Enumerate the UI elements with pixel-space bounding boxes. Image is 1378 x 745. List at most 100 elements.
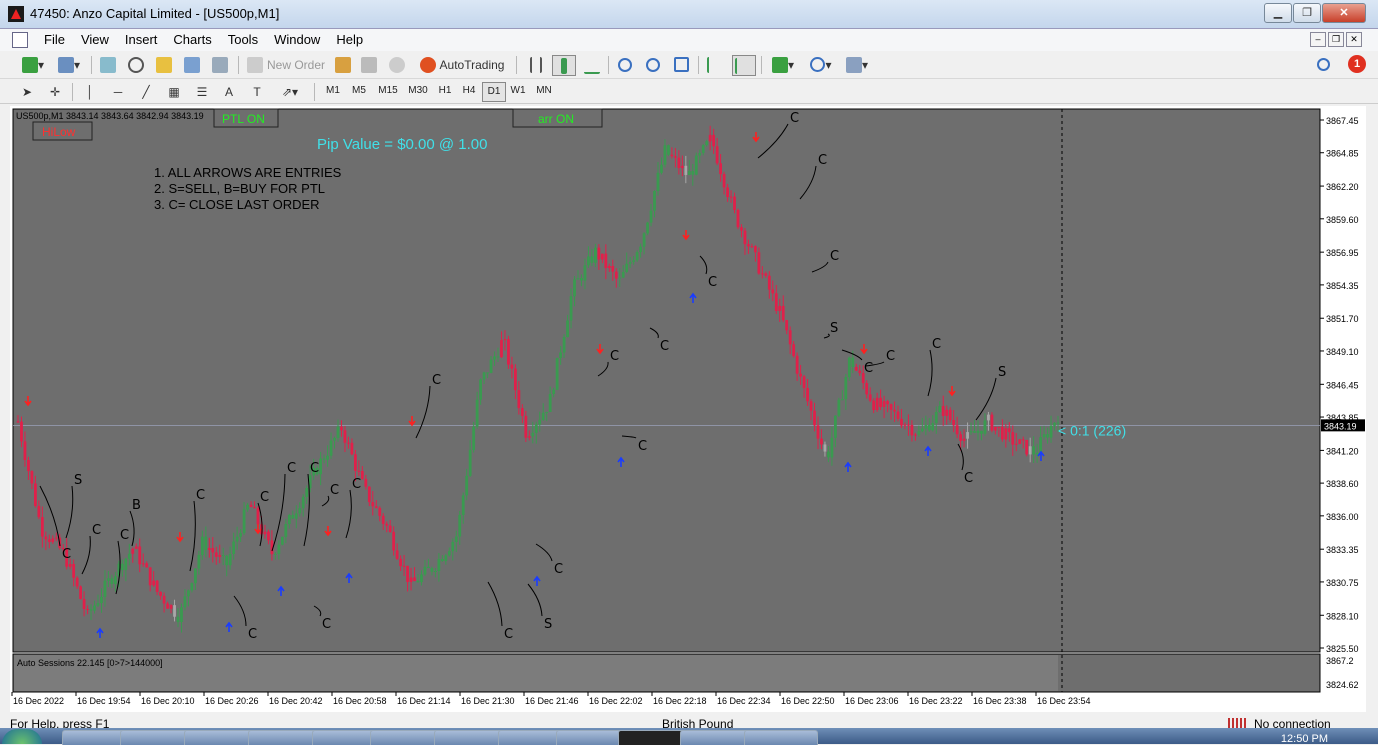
candle-body [823,444,827,452]
text-button[interactable]: A [220,82,238,101]
start-button[interactable] [2,729,42,744]
indicators-button[interactable]: ▾ [768,55,798,74]
annotation-letter: C [310,461,319,476]
menu-tools[interactable]: Tools [220,32,266,47]
candlestick-button[interactable] [552,55,576,76]
navigator-button[interactable] [154,55,174,74]
ptl-on-label[interactable]: PTL ON [222,112,265,126]
zoom-in-button[interactable] [615,55,635,74]
menu-file[interactable]: File [36,32,73,47]
candle-body [100,596,103,604]
timeframe-m30[interactable]: M30 [404,82,432,100]
autoscroll-button[interactable] [706,55,726,74]
alerts-button[interactable] [388,55,406,74]
templates-button[interactable]: ▾ [842,55,872,74]
candle-body [1042,434,1046,438]
menu-help[interactable]: Help [328,32,371,47]
instruction-note: 3. C= CLOSE LAST ORDER [154,197,320,212]
tile-windows-button[interactable] [671,55,691,74]
text-label-button[interactable]: T [248,82,266,101]
session-shading [14,655,1058,691]
bar-chart-button[interactable] [526,55,546,74]
menu-charts[interactable]: Charts [165,32,219,47]
data-window-button[interactable] [126,55,146,74]
periods-button[interactable]: ▾ [806,55,836,74]
chart-window[interactable]: 3867.45 3864.85 3862.20 3859.60 3856.95 3854.… [10,106,1366,712]
fibonacci-button[interactable]: ☰ [192,82,212,101]
candle-body [833,415,837,438]
taskbar-app-6[interactable] [370,730,444,745]
candle-body [757,252,761,274]
taskbar-app-3[interactable] [184,730,258,745]
autotrading-button[interactable]: AutoTrading [416,55,508,74]
signals-button[interactable] [360,55,378,74]
candle-body [162,595,166,604]
candle-body [479,379,483,400]
candle-body [541,412,545,420]
cursor-button[interactable]: ➤ [18,82,36,101]
vertical-line-button[interactable]: │ [82,82,98,101]
candle-body [326,455,329,460]
mdi-restore-button[interactable]: ❐ [1328,32,1344,47]
minimize-button[interactable]: ▁ [1264,3,1292,23]
menu-view[interactable]: View [73,32,117,47]
crosshair-icon [128,56,144,73]
close-button[interactable]: ✕ [1322,3,1366,23]
timeframe-m5[interactable]: M5 [346,82,372,100]
time-axis-label: 16 Dec 19:54 [77,696,131,706]
new-chart-button[interactable]: ▾ [18,55,48,74]
zoom-out-button[interactable] [643,55,663,74]
menu-insert[interactable]: Insert [117,32,166,47]
market-watch-button[interactable] [98,55,118,74]
time-axis-label: 16 Dec 20:10 [141,696,195,706]
candle-body [719,163,723,175]
arrows-button[interactable]: ⇗▾ [276,82,304,101]
timeframe-m1[interactable]: M1 [322,82,344,100]
search-button[interactable] [1314,55,1332,74]
mdi-minimize-button[interactable]: – [1310,32,1326,47]
taskbar-app-11[interactable] [680,730,754,745]
timeframe-mn[interactable]: MN [532,82,556,100]
taskbar-app-2[interactable] [120,730,194,745]
taskbar-app-12[interactable] [744,730,818,745]
timeframe-d1[interactable]: D1 [482,82,506,102]
timeframe-m15[interactable]: M15 [374,82,402,100]
maximize-button[interactable]: ❐ [1293,3,1321,23]
trendline-button[interactable]: ╱ [136,82,156,101]
candle-body [1000,426,1004,440]
annotation-letter: C [660,339,669,354]
terminal-button[interactable] [182,55,202,74]
notification-badge[interactable]: 1 [1348,55,1366,73]
candle-body [127,553,131,559]
taskbar-app-4[interactable] [248,730,322,745]
candle-body [653,191,656,211]
timeframe-w1[interactable]: W1 [506,82,530,100]
tester-button[interactable] [210,55,230,74]
chart-shift-button[interactable] [732,55,756,76]
taskbar-app-7[interactable] [434,730,508,745]
crosshair-button[interactable]: ✛ [46,82,64,101]
timeframe-h4[interactable]: H4 [458,82,480,100]
candle-body [764,273,768,276]
profiles-button[interactable]: ▾ [54,55,84,74]
annotation-letter: C [886,349,895,364]
line-chart-button[interactable] [582,55,602,74]
arr-on-label[interactable]: arr ON [538,112,574,126]
horizontal-line-button[interactable]: ─ [108,82,128,101]
timeframe-h1[interactable]: H1 [434,82,456,100]
candle-body [875,397,879,411]
menu-window[interactable]: Window [266,32,328,47]
metaeditor-button[interactable] [334,55,352,74]
candle-body [767,275,771,290]
candle-body [420,574,423,583]
hilow-button-label[interactable]: HiLow [42,125,76,139]
equidistant-channel-button[interactable]: ▦ [164,82,184,101]
annotation-letter: C [248,627,257,642]
candle-body [333,437,336,441]
new-order-button[interactable]: New Order [246,55,326,74]
mdi-close-button[interactable]: ✕ [1346,32,1362,47]
candle-body [618,277,622,279]
candle-body [207,548,211,550]
candle-body [604,253,608,269]
price-chart[interactable]: 3867.45 3864.85 3862.20 3859.60 3856.95 3854.… [10,106,1366,712]
